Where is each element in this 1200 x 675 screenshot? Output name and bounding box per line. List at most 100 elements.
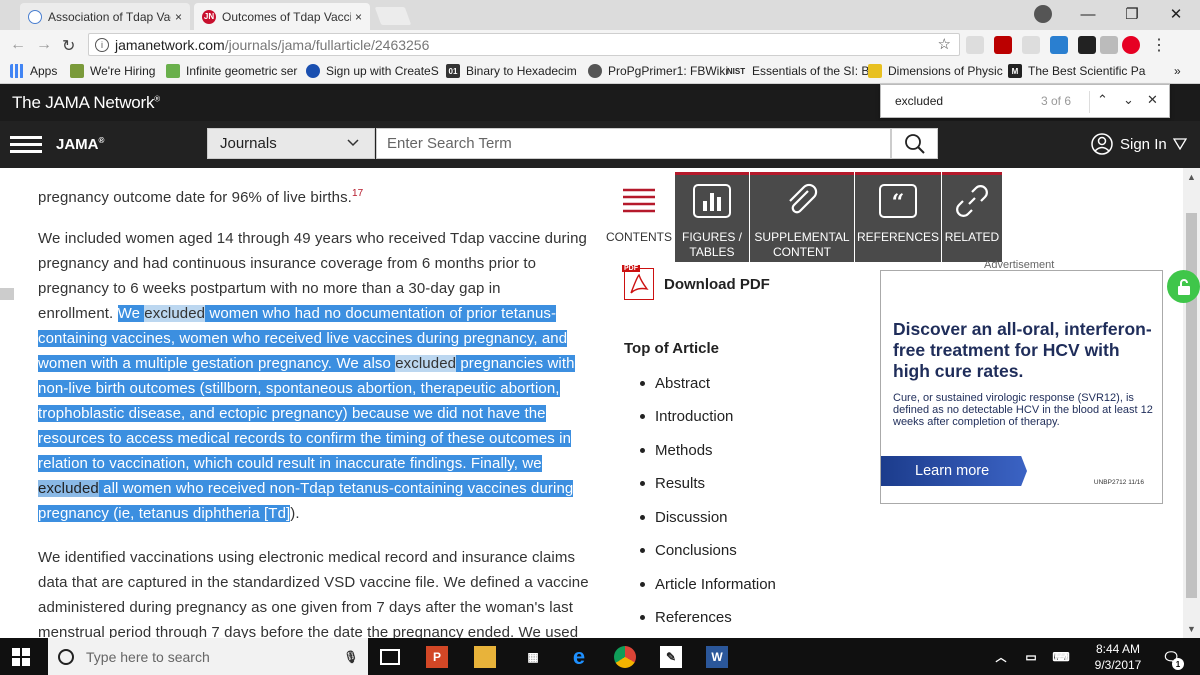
jama-logo[interactable]: JAMA® [56, 136, 104, 153]
address-bar[interactable]: i jamanetwork.com/journals/jama/fullarti… [88, 33, 960, 56]
journals-label: Journals [220, 135, 277, 152]
tab-figures[interactable]: FIGURES / TABLES [675, 172, 749, 262]
windows-start-icon[interactable] [12, 648, 30, 671]
pinterest-icon[interactable] [1122, 36, 1140, 54]
tab-supplemental[interactable]: SUPPLEMENTAL CONTENT [750, 172, 854, 262]
find-query[interactable]: excluded [895, 94, 943, 108]
reload-icon[interactable]: ↻ [62, 36, 75, 56]
notification-icon[interactable]: 🗨 1 [1160, 646, 1184, 670]
journals-dropdown[interactable]: Journals [207, 128, 375, 159]
toc-item-discussion[interactable]: Discussion [655, 509, 728, 526]
bookmark-apps[interactable]: Apps [10, 64, 57, 78]
close-tab-icon[interactable]: × [175, 10, 182, 24]
learn-more-button[interactable]: Learn more [881, 456, 1027, 486]
store-icon[interactable]: ▦ [522, 646, 544, 668]
bookmark-dimensions[interactable]: Dimensions of Physic [868, 64, 1003, 78]
sign-in-link[interactable]: Sign In [1090, 132, 1187, 156]
tab-contents[interactable]: CONTENTS [604, 172, 674, 262]
forward-icon[interactable]: → [36, 36, 52, 54]
bookmark-createspace[interactable]: Sign up with CreateS [306, 64, 439, 78]
download-pdf-link[interactable]: PDF Download PDF [622, 265, 770, 300]
find-close-icon[interactable]: ✕ [1147, 92, 1158, 108]
back-icon[interactable]: ← [10, 36, 26, 54]
brand-text: The JAMA Network [12, 93, 155, 112]
jn-icon: JN [202, 9, 216, 24]
vertical-scrollbar[interactable]: ▲ ▼ [1183, 168, 1200, 638]
search-input[interactable] [376, 128, 891, 159]
powerpoint-icon[interactable]: P [426, 646, 448, 668]
bookmark-label: The Best Scientific Pa [1028, 64, 1146, 78]
tab-label: CONTENTS [606, 230, 672, 244]
table-of-contents: PDF Download PDF Top of Article Abstract… [598, 262, 863, 638]
edge-icon[interactable]: e [568, 644, 590, 669]
text-line: data that are captured in the standardiz… [38, 574, 589, 591]
extension-icon[interactable] [1078, 36, 1096, 54]
browser-tab-outcomes[interactable]: JN Outcomes of Tdap Vaccir × [194, 3, 370, 30]
taskbar-search[interactable]: Type here to search [48, 638, 368, 675]
toc-item-article-information[interactable]: Article Information [655, 576, 776, 593]
battery-icon[interactable]: ▭ [1020, 646, 1042, 668]
text-line: enrollment. We excluded women who had no… [38, 301, 583, 326]
notepad-icon[interactable]: ✎ [660, 646, 682, 668]
bookmark-star-icon[interactable]: ☆ [938, 35, 951, 53]
close-tab-icon[interactable]: × [355, 10, 362, 24]
reference-link[interactable]: 17 [352, 188, 363, 199]
toc-top-link[interactable]: Top of Article [624, 340, 719, 357]
tab-references[interactable]: “ REFERENCES [855, 172, 941, 262]
bookmark-nist[interactable]: NIST Essentials of the SI: B [726, 64, 870, 78]
bookmark-label: We're Hiring [90, 64, 156, 78]
minimize-button[interactable]: — [1066, 0, 1110, 28]
text-line: pregnancy outcome date for 96% of live b… [38, 181, 583, 206]
bookmark-geometric[interactable]: Infinite geometric ser [166, 64, 297, 78]
article-paragraph: We identified vaccinations using electro… [38, 545, 589, 638]
word-icon[interactable]: W [706, 646, 728, 668]
ad-body: Cure, or sustained virologic response (S… [893, 392, 1153, 428]
article-paragraph: pregnancy outcome date for 96% of live b… [38, 181, 583, 206]
find-match: excluded [144, 305, 206, 322]
tab-related[interactable]: RELATED [942, 172, 1002, 262]
menu-icon[interactable]: ⋮ [1150, 36, 1168, 54]
keyboard-icon[interactable]: ⌨ [1050, 646, 1072, 668]
toc-item-references[interactable]: References [655, 609, 732, 626]
new-tab-button[interactable] [374, 7, 412, 25]
info-icon[interactable]: i [95, 37, 109, 52]
profile-icon[interactable] [1034, 5, 1052, 23]
find-next-icon[interactable]: ⌄ [1123, 92, 1134, 108]
chrome-icon[interactable] [614, 646, 636, 668]
active-indicator [675, 172, 749, 175]
acrobat-icon[interactable] [994, 36, 1012, 54]
toc-item-results[interactable]: Results [655, 475, 705, 492]
tab-label: TABLES [689, 245, 735, 259]
hamburger-menu-icon[interactable] [10, 136, 42, 139]
restore-button[interactable]: ❐ [1110, 0, 1154, 28]
scroll-up-icon[interactable]: ▲ [1187, 172, 1196, 182]
bookmark-fbwiki[interactable]: ProPgPrimer1: FBWiki [588, 64, 728, 78]
search-button[interactable] [891, 128, 938, 159]
network-brand[interactable]: The JAMA Network® [12, 93, 160, 113]
task-view-icon[interactable] [380, 649, 400, 665]
scroll-down-icon[interactable]: ▼ [1187, 624, 1196, 634]
toc-item-abstract[interactable]: Abstract [655, 375, 710, 392]
clock[interactable]: 8:44 AM 9/3/2017 [1088, 641, 1148, 673]
toc-item-introduction[interactable]: Introduction [655, 408, 733, 425]
file-explorer-icon[interactable] [474, 646, 496, 668]
browser-tab-association[interactable]: Association of Tdap Vacc × [20, 3, 190, 30]
extension-icon[interactable] [1050, 36, 1068, 54]
bar-chart-icon [675, 172, 749, 230]
window-close-button[interactable]: ✕ [1154, 0, 1198, 28]
microphone-icon[interactable]: 🎙 [340, 646, 362, 668]
bookmark-binary[interactable]: 01 Binary to Hexadecim [446, 64, 577, 78]
advertisement[interactable]: Discover an all-oral, interferon-free tr… [880, 270, 1163, 504]
bookmark-scientific[interactable]: M The Best Scientific Pa [1008, 64, 1145, 78]
extension-icon[interactable] [1100, 36, 1118, 54]
ad-headline: Discover an all-oral, interferon-free tr… [893, 319, 1152, 381]
toc-item-methods[interactable]: Methods [655, 442, 713, 459]
toc-item-conclusions[interactable]: Conclusions [655, 542, 737, 559]
extension-icon[interactable] [966, 36, 984, 54]
extension-icon[interactable] [1022, 36, 1040, 54]
lock-icon[interactable] [1167, 270, 1200, 303]
bookmarks-more[interactable]: » [1174, 64, 1181, 78]
bookmark-hiring[interactable]: We're Hiring [70, 64, 155, 78]
chevron-up-icon[interactable]: ︿ [990, 646, 1012, 668]
find-previous-icon[interactable]: ⌃ [1097, 92, 1108, 108]
